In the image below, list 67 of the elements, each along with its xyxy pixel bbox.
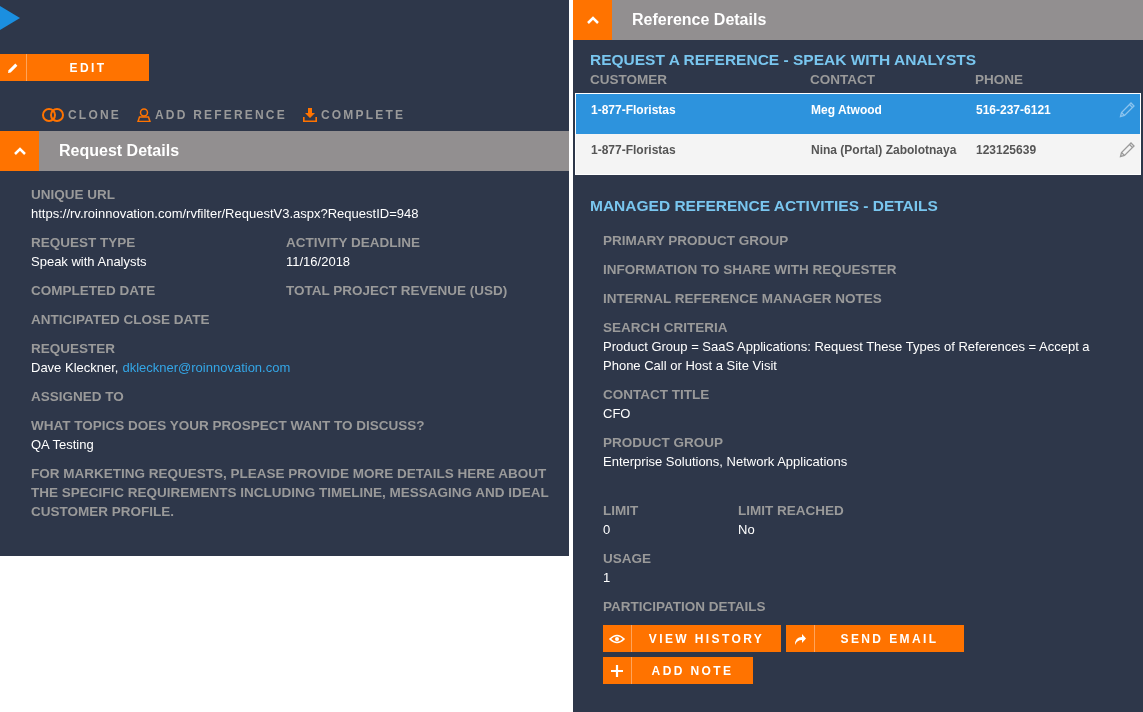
column-header: CUSTOMER	[590, 72, 668, 89]
person-icon	[137, 107, 151, 122]
column-header: PHONE	[975, 72, 1024, 89]
field-value: CFO	[603, 405, 632, 423]
eye-icon	[609, 633, 625, 644]
field-label: INTERNAL REFERENCE MANAGER NOTES	[603, 290, 882, 308]
field-label: ASSIGNED TO	[31, 388, 124, 406]
section-title: REQUEST A REFERENCE - SPEAK WITH ANALYSTS	[589, 50, 978, 68]
field-value: Enterprise Solutions, Network Applications	[603, 453, 848, 471]
table-row[interactable]: 1-877-Floristas Meg Atwood 516-237-6121	[576, 94, 1140, 134]
field-value: Product Group = SaaS Applications: Request These Types of References = Accept a Phone Call or Host a Site Visit	[603, 338, 1091, 375]
field-value: https://rv.roinnovation.com/rvfilter/RequestV3.aspx?RequestID=948	[31, 205, 419, 223]
section-header[interactable]: Reference Details	[573, 0, 1143, 40]
section-title: MANAGED REFERENCE ACTIVITIES - DETAILS	[589, 196, 939, 216]
field-label: LIMIT REACHED	[738, 502, 844, 520]
field-label: SEARCH CRITERIA	[603, 319, 729, 337]
field-value: 0	[603, 521, 612, 539]
field-value: Speak with Analysts	[31, 253, 148, 271]
table-cell-text: Nina (Portal) Zabolotnaya	[811, 142, 958, 159]
email-link[interactable]: dkleckner@roinnovation.com	[122, 358, 291, 377]
action-button[interactable]: VIEW HISTORY	[603, 625, 781, 652]
table-cell-text: 123125639	[976, 142, 1038, 159]
field-label: PARTICIPATION DETAILS	[603, 598, 766, 616]
table-cell-text: 516-237-6121	[976, 102, 1052, 119]
field-label: REQUESTER	[31, 340, 116, 358]
field-value: No	[738, 521, 756, 539]
field-label: CONTACT TITLE	[603, 386, 710, 404]
field-value: 1	[603, 569, 612, 587]
field-label: PRODUCT GROUP	[603, 434, 724, 452]
pencil-icon[interactable]	[1119, 141, 1136, 158]
field-label: WHAT TOPICS DOES YOUR PROSPECT WANT TO DISCUSS?	[31, 417, 425, 435]
column-header: CONTACT	[810, 72, 876, 89]
field-value: 11/16/2018	[286, 253, 352, 271]
field-value: Dave Kleckner,	[31, 359, 119, 377]
field-label: ANTICIPATED CLOSE DATE	[31, 311, 210, 329]
play-icon[interactable]	[0, 6, 20, 30]
action-link[interactable]: COMPLETE	[302, 106, 406, 123]
field-label: ACTIVITY DEADLINE	[286, 234, 421, 252]
action-button[interactable]: ADD NOTE	[603, 657, 753, 684]
table-cell-text: 1-877-Floristas	[591, 102, 677, 119]
field-label: PRIMARY PRODUCT GROUP	[603, 232, 789, 250]
overlapping-circles-icon	[42, 107, 64, 122]
field-value: QA Testing	[31, 436, 95, 454]
plus-icon	[611, 664, 623, 677]
field-label: LIMIT	[603, 502, 640, 520]
table-cell-text: Meg Atwood	[811, 102, 883, 119]
section-header[interactable]: Request Details	[0, 131, 569, 171]
table-cell-text: 1-877-Floristas	[591, 142, 677, 159]
field-label: USAGE	[603, 550, 651, 568]
edit-button[interactable]: EDIT	[0, 54, 149, 81]
collapse-toggle[interactable]	[573, 0, 612, 40]
download-icon	[302, 107, 317, 122]
action-link[interactable]: CLONE	[42, 106, 121, 123]
field-label: FOR MARKETING REQUESTS, PLEASE PROVIDE MORE DETAILS HERE ABOUT THE SPECIFIC REQUIREMENTS INCLUDING TIMELINE, MESSAGING AND IDEAL CUSTOMER PROFILE.	[31, 465, 549, 521]
pencil-icon[interactable]	[1119, 101, 1136, 118]
pencil-icon	[7, 61, 19, 74]
action-button[interactable]: SEND EMAIL	[786, 625, 964, 652]
table-row[interactable]: 1-877-Floristas Nina (Portal) Zabolotnaya 123125639	[576, 134, 1140, 174]
field-label: COMPLETED DATE	[31, 282, 157, 300]
chevron-icon	[586, 16, 599, 24]
chevron-icon	[13, 147, 26, 155]
field-label: TOTAL PROJECT REVENUE (USD)	[286, 282, 509, 300]
field-label: INFORMATION TO SHARE WITH REQUESTER	[603, 261, 897, 279]
action-link[interactable]: ADD REFERENCE	[137, 106, 287, 123]
collapse-toggle[interactable]	[0, 131, 39, 171]
field-label: REQUEST TYPE	[31, 234, 137, 252]
field-label: UNIQUE URL	[31, 186, 116, 204]
